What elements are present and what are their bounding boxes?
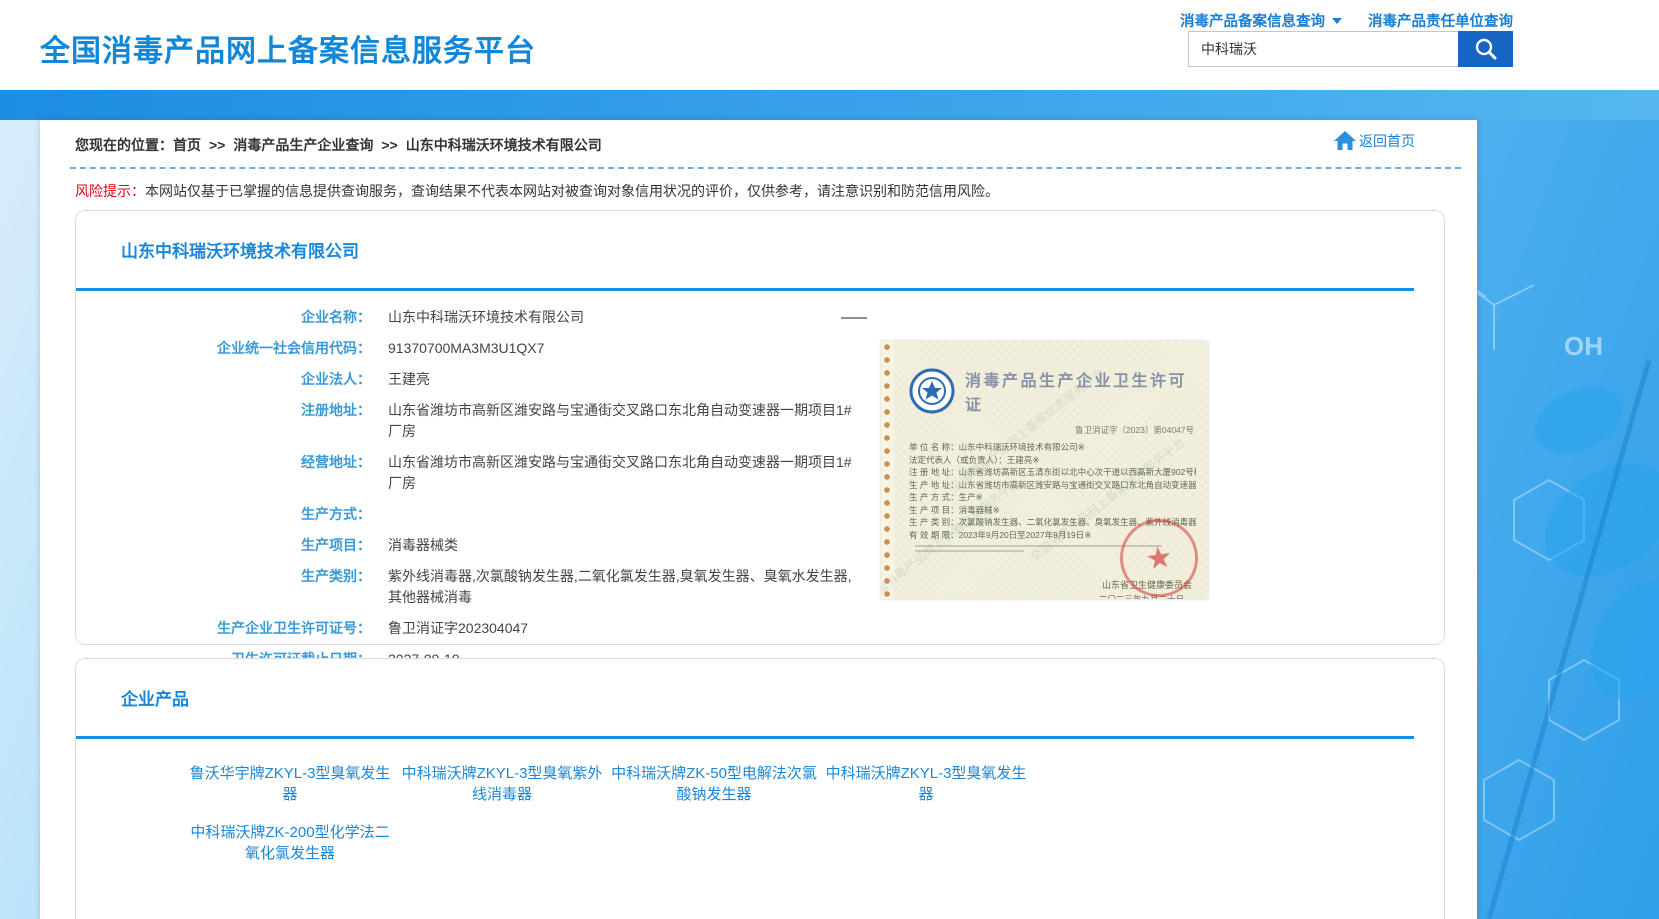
risk-notice-label: 风险提示： bbox=[75, 183, 145, 199]
field-label: 经营地址： bbox=[76, 452, 371, 494]
field-label: 注册地址： bbox=[76, 400, 371, 442]
hygiene-license-certificate-image: 全国消毒产品网上备案信息服务平台 全国消毒产品网上备案信息服务平台 全国消毒产品… bbox=[881, 341, 1208, 599]
company-info-panel: 山东中科瑞沃环境技术有限公司 企业名称： 山东中科瑞沃环境技术有限公司 企业统一社… bbox=[75, 210, 1445, 645]
panel-title-rule bbox=[76, 288, 1414, 291]
page: O OH 全国消毒产品网上备案信息服务平台 消毒产品备案信息查询 消毒产品责任单… bbox=[0, 0, 1659, 919]
top-blue-band bbox=[0, 90, 1659, 120]
nav-record-info-query[interactable]: 消毒产品备案信息查询 bbox=[1180, 10, 1342, 31]
breadcrumb: 您现在的位置：首页 >> 消毒产品生产企业查询 >> 山东中科瑞沃环境技术有限公司 bbox=[75, 135, 1267, 155]
products-title: 企业产品 bbox=[121, 685, 189, 710]
breadcrumb-home[interactable]: 首页 bbox=[173, 137, 201, 153]
dashed-divider bbox=[70, 167, 1461, 169]
certificate-line: 注 册 地 址：山东省潍坊高新区玉清东街以北中心次干道以西高新大厦902号科苑※ bbox=[909, 466, 1196, 479]
breadcrumb-separator: >> bbox=[209, 137, 225, 153]
search-input[interactable] bbox=[1188, 31, 1458, 67]
certificate-line: 法定代表人（或负责人）：王建亮※ bbox=[909, 454, 1196, 467]
product-link[interactable]: 中科瑞沃牌ZKYL-3型臭氧紫外线消毒器 bbox=[396, 763, 608, 805]
field-value bbox=[388, 504, 853, 525]
certificate-line: 生 产 地 址：山东省潍坊市高新区潍安路与宝通街交叉路口东北角自动变速器一期项目… bbox=[909, 479, 1196, 492]
field-value: 山东省潍坊市高新区潍安路与宝通街交叉路口东北角自动变速器一期项目1#厂房 bbox=[388, 452, 853, 494]
product-link[interactable]: 中科瑞沃牌ZK-50型电解法次氯酸钠发生器 bbox=[608, 763, 820, 805]
field-value: 鲁卫消证字202304047 bbox=[388, 618, 853, 639]
panel-title-rule bbox=[76, 736, 1414, 739]
nav-responsible-unit-query[interactable]: 消毒产品责任单位查询 bbox=[1368, 10, 1513, 31]
certificate-line: 单 位 名 称：山东中科瑞沃环境技术有限公司※ bbox=[909, 441, 1196, 454]
product-link[interactable]: 中科瑞沃牌ZKYL-3型臭氧发生器 bbox=[820, 763, 1032, 805]
certificate-line: 生 产 方 式：生产※ bbox=[909, 491, 1196, 504]
field-value: 山东中科瑞沃环境技术有限公司 bbox=[388, 307, 853, 328]
search-bar bbox=[1188, 31, 1513, 67]
breadcrumb-enterprise-query[interactable]: 消毒产品生产企业查询 bbox=[233, 137, 373, 153]
field-row: 企业法人： 王建亮 bbox=[76, 369, 886, 390]
chevron-down-icon bbox=[1332, 18, 1342, 24]
field-label: 企业法人： bbox=[76, 369, 371, 390]
field-value: 紫外线消毒器,次氯酸钠发生器,二氧化氯发生器,臭氧发生器、臭氧水发生器,其他器械… bbox=[388, 566, 853, 608]
image-corner-mark bbox=[841, 317, 867, 319]
field-label: 企业名称： bbox=[76, 307, 371, 328]
content-card: 您现在的位置：首页 >> 消毒产品生产企业查询 >> 山东中科瑞沃环境技术有限公司 返回… bbox=[40, 120, 1477, 919]
search-icon bbox=[1473, 36, 1499, 62]
company-title: 山东中科瑞沃环境技术有限公司 bbox=[121, 237, 359, 262]
nav-responsible-unit-query-label: 消毒产品责任单位查询 bbox=[1368, 10, 1513, 31]
field-row: 企业名称： 山东中科瑞沃环境技术有限公司 bbox=[76, 307, 886, 328]
breadcrumb-separator: >> bbox=[381, 137, 397, 153]
home-icon bbox=[1333, 130, 1357, 151]
nav-record-info-query-label: 消毒产品备案信息查询 bbox=[1180, 10, 1325, 31]
field-label: 生产企业卫生许可证号： bbox=[76, 618, 371, 639]
certificate-line: 生 产 项 目：消毒器械※ bbox=[909, 504, 1196, 517]
field-value: 山东省潍坊市高新区潍安路与宝通街交叉路口东北角自动变速器一期项目1#厂房 bbox=[388, 400, 853, 442]
breadcrumb-current: 山东中科瑞沃环境技术有限公司 bbox=[406, 137, 602, 153]
product-link[interactable]: 中科瑞沃牌ZK-200型化学法二氧化氯发生器 bbox=[184, 822, 396, 864]
back-home-label: 返回首页 bbox=[1359, 131, 1415, 151]
back-home-link[interactable]: 返回首页 bbox=[1333, 130, 1415, 151]
certificate-emblem-icon bbox=[909, 368, 955, 414]
search-button[interactable] bbox=[1458, 31, 1513, 67]
field-value: 91370700MA3M3U1QX7 bbox=[388, 338, 853, 359]
risk-notice: 风险提示：本网站仅基于已掌握的信息提供查询服务，查询结果不代表本网站对被查询对象… bbox=[75, 181, 1437, 201]
certificate-license-number: 鲁卫消证字（2023）第04047号 bbox=[909, 424, 1194, 436]
top-nav: 消毒产品备案信息查询 消毒产品责任单位查询 bbox=[1180, 10, 1513, 31]
site-title: 全国消毒产品网上备案信息服务平台 bbox=[40, 26, 536, 70]
field-label: 生产项目： bbox=[76, 535, 371, 556]
product-links-grid: 鲁沃华宇牌ZKYL-3型臭氧发生器 中科瑞沃牌ZKYL-3型臭氧紫外线消毒器 中… bbox=[184, 763, 1084, 881]
seal-star-icon: ★ bbox=[1143, 539, 1175, 577]
company-fields: 企业名称： 山东中科瑞沃环境技术有限公司 企业统一社会信用代码： 91370700M… bbox=[76, 307, 886, 680]
field-value: 王建亮 bbox=[388, 369, 853, 390]
product-link[interactable]: 鲁沃华宇牌ZKYL-3型臭氧发生器 bbox=[184, 763, 396, 805]
field-row: 生产项目： 消毒器械类 bbox=[76, 535, 886, 556]
products-panel: 企业产品 鲁沃华宇牌ZKYL-3型臭氧发生器 中科瑞沃牌ZKYL-3型臭氧紫外线… bbox=[75, 658, 1445, 919]
field-row: 生产企业卫生许可证号： 鲁卫消证字202304047 bbox=[76, 618, 886, 639]
breadcrumb-prefix: 您现在的位置： bbox=[75, 137, 173, 153]
field-row: 企业统一社会信用代码： 91370700MA3M3U1QX7 bbox=[76, 338, 886, 359]
field-row: 生产方式： bbox=[76, 504, 886, 525]
field-label: 生产类别： bbox=[76, 566, 371, 608]
field-row: 注册地址： 山东省潍坊市高新区潍安路与宝通街交叉路口东北角自动变速器一期项目1#厂… bbox=[76, 400, 886, 442]
certificate-title: 消毒产品生产企业卫生许可证 bbox=[965, 367, 1196, 415]
field-value: 消毒器械类 bbox=[388, 535, 853, 556]
site-header: 全国消毒产品网上备案信息服务平台 消毒产品备案信息查询 消毒产品责任单位查询 bbox=[0, 0, 1659, 90]
risk-notice-text: 本网站仅基于已掌握的信息提供查询服务，查询结果不代表本网站对被查询对象信用状况的… bbox=[145, 183, 999, 199]
field-label: 企业统一社会信用代码： bbox=[76, 338, 371, 359]
field-row: 经营地址： 山东省潍坊市高新区潍安路与宝通街交叉路口东北角自动变速器一期项目1#厂… bbox=[76, 452, 886, 494]
field-label: 生产方式： bbox=[76, 504, 371, 525]
field-row: 生产类别： 紫外线消毒器,次氯酸钠发生器,二氧化氯发生器,臭氧发生器、臭氧水发生器… bbox=[76, 566, 886, 608]
